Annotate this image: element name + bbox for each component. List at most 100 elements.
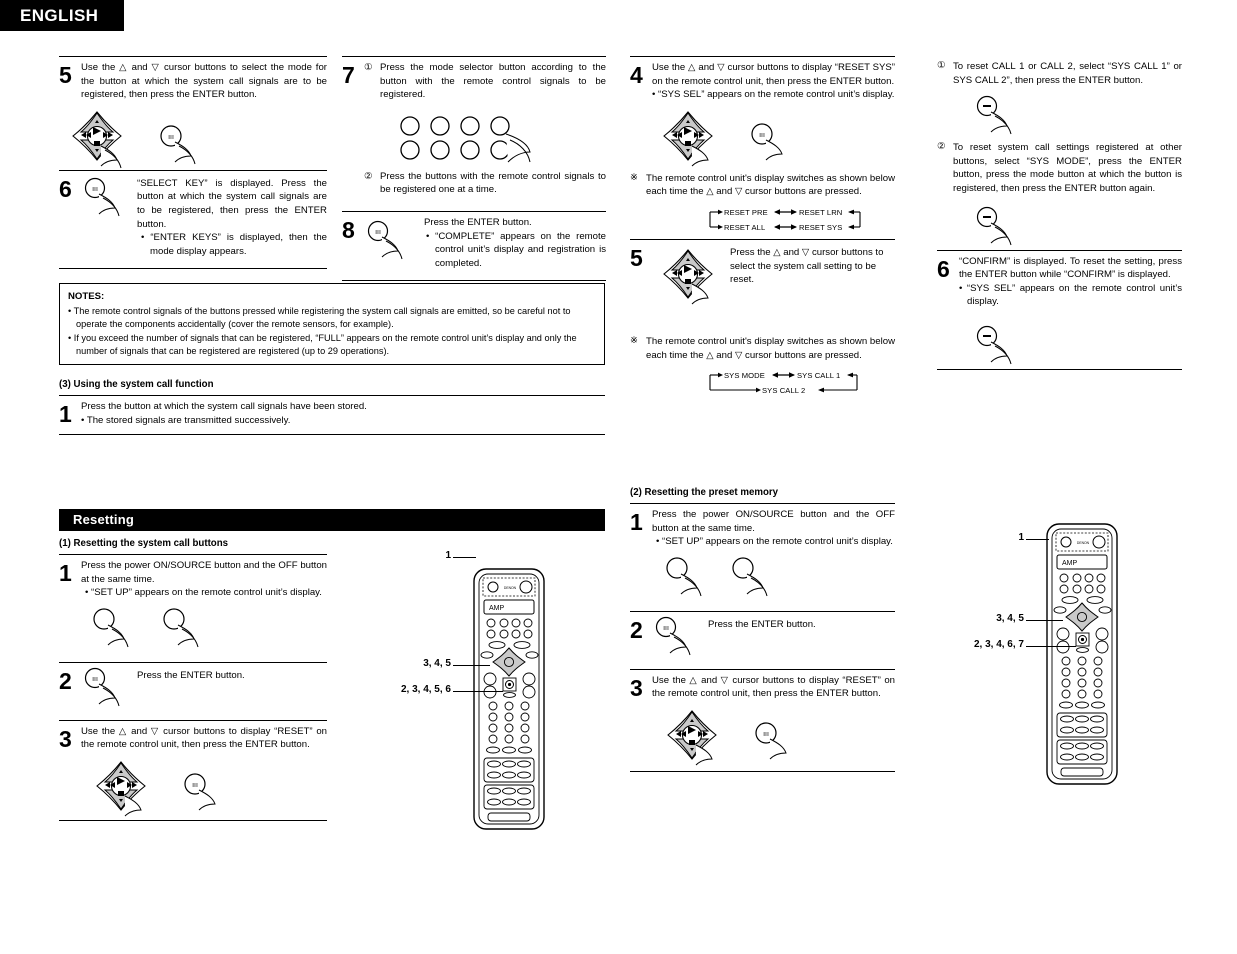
divider <box>342 280 606 282</box>
column-3: 4 Use the △ and ▽ cursor buttons to disp… <box>630 56 895 398</box>
step-number: 7 <box>342 62 355 88</box>
manual-page: ENGLISH 5 Use the △ and ▽ cursor buttons… <box>0 0 1237 954</box>
svg-text:ııı: ııı <box>759 132 765 139</box>
svg-text:ııı: ııı <box>663 625 669 632</box>
cursor-pad-and-enter-icon: ııı <box>667 710 787 766</box>
step-7-body: ① Press the mode selector button accordi… <box>364 61 606 199</box>
cursor-pad-and-enter-icon: ııı <box>72 110 196 168</box>
callout-leader-line <box>1026 539 1049 540</box>
substep-text: To reset system call settings registered… <box>953 142 1182 195</box>
divider <box>59 820 327 822</box>
step-8: 8 ııı Press the ENTER button. • “COMPLET… <box>342 212 606 276</box>
step-bullet: • “SET UP” appears on the remote control… <box>85 587 322 599</box>
preset-step-2: 2 ııı Press the ENTER button. <box>630 612 895 669</box>
note-item: • The remote control signals of the butt… <box>68 305 571 329</box>
col4-substep-1-illustration <box>937 89 1182 139</box>
preset-step-1-body: Press the power ON/SOURCE button and the… <box>652 508 895 549</box>
notes-title: NOTES: <box>68 291 105 303</box>
reset-step-1-illustration <box>59 606 327 662</box>
note-text: The remote control unit's display switch… <box>646 336 895 361</box>
enter-button-press-icon: ııı <box>84 667 120 706</box>
flow-label-c: SYS CALL 2 <box>762 386 805 395</box>
step-number: 3 <box>59 725 72 752</box>
callout-leader-line <box>1026 646 1076 647</box>
step-number: 1 <box>59 401 72 428</box>
two-button-press-icons <box>666 557 768 596</box>
note-item: • If you exceed the number of signals th… <box>68 332 577 356</box>
reset-step-2-illustration: ııı <box>81 667 137 714</box>
remote-control-diagram: DENON AMP <box>1046 523 1118 785</box>
divider <box>59 268 327 270</box>
step-text: “CONFIRM” is displayed. To reset the set… <box>959 255 1182 281</box>
resetting-header: Resetting <box>59 509 605 531</box>
remote-control-diagram: DENON AMP <box>473 568 545 830</box>
section-1-title: (1) Resetting the system call buttons <box>59 538 229 549</box>
step-bullet: • “ENTER KEYS” is displayed, then the mo… <box>141 232 327 257</box>
step-1-system-call: 1 Press the button at which the system c… <box>59 396 605 433</box>
step-text: Press the button at which the system cal… <box>81 401 367 413</box>
step-5: 5 Use the △ and ▽ cursor buttons to sele… <box>59 57 327 108</box>
preset-step-3-illustration: ııı <box>630 707 895 771</box>
svg-text:ııı: ııı <box>375 229 381 236</box>
step-text: Use the △ and ▽ cursor buttons to displa… <box>652 674 895 700</box>
sys-flow-diagram: SYS MODE SYS CALL 1 SYS CALL 2 <box>630 364 895 398</box>
enter-button-press-icon <box>976 96 1012 135</box>
notes-box: NOTES: • The remote control signals of t… <box>59 283 605 366</box>
flow-label-b: SYS CALL 1 <box>797 371 840 380</box>
flow-label-c: RESET ALL <box>724 223 765 232</box>
step-number: 6 <box>937 255 950 282</box>
mode-buttons-icon <box>400 116 531 163</box>
step-text: Press the ENTER button. <box>137 669 245 681</box>
step-number: 2 <box>630 616 643 643</box>
mode-selector-illustration <box>364 104 606 170</box>
step-number: 8 <box>342 217 355 244</box>
note-marker: ※ <box>630 335 638 347</box>
step-bullet: • “COMPLETE” appears on the remote contr… <box>426 230 606 269</box>
step-6: 6 ııı “SELECT KEY” is displayed. Press t… <box>59 171 327 265</box>
step-bullet: • The stored signals are transmitted suc… <box>81 415 291 427</box>
callout-remote-right-mid: 3, 4, 5 <box>996 613 1024 624</box>
callout-remote-center-low: 2, 3, 4, 5, 6 <box>400 684 451 695</box>
step-text: Use the △ and ▽ cursor buttons to displa… <box>81 725 327 751</box>
step-bullet: • “SYS SEL” appears on the remote contro… <box>652 89 895 101</box>
flow-label-a: SYS MODE <box>724 371 765 380</box>
substep-text: Press the buttons with the remote contro… <box>380 170 606 196</box>
enter-button-press-icon <box>976 206 1012 245</box>
column-2: 7 ① Press the mode selector button accor… <box>342 56 606 282</box>
substep-marker: ① <box>364 62 373 73</box>
resetting-section: Resetting <box>59 509 605 531</box>
step-number: 5 <box>59 62 72 88</box>
callout-leader-line <box>1026 620 1063 621</box>
remote-control-illustration-right: DENON AMP <box>1043 520 1123 795</box>
substep-marker: ② <box>937 141 946 153</box>
step-5-illustration: ııı <box>59 108 327 170</box>
section-3-title: (3) Using the system call function <box>59 379 214 391</box>
section-2-title: (2) Resetting the preset memory <box>630 487 779 498</box>
step-6-illustration <box>937 315 1182 369</box>
language-header: ENGLISH <box>0 0 124 31</box>
callout-remote-center-top: 1 <box>445 550 451 561</box>
note-marker: ※ <box>630 171 638 183</box>
step-5-col3: 5 Press the △ and ▽ cursor buttons to se… <box>630 240 895 317</box>
substep-text: To reset CALL 1 or CALL 2, select “SYS C… <box>953 61 1182 86</box>
cursor-pad-icon <box>663 249 713 305</box>
step-text: Use the △ and ▽ cursor buttons to displa… <box>652 62 895 87</box>
col4-substep-1: ① To reset CALL 1 or CALL 2, select “SYS… <box>937 60 1182 87</box>
step-6-body: “CONFIRM” is displayed. To reset the set… <box>959 255 1182 309</box>
divider <box>59 433 605 435</box>
two-button-press-icons <box>93 608 199 647</box>
substep-1: ① Press the mode selector button accordi… <box>364 61 606 102</box>
preset-step-3: 3 Use the △ and ▽ cursor buttons to disp… <box>630 670 895 707</box>
sys-cycle-diagram: SYS MODE SYS CALL 1 SYS CALL 2 <box>709 371 858 395</box>
remote-control-illustration-center: DENON AMP <box>470 565 550 840</box>
step-text: Press the ENTER button. <box>708 618 816 630</box>
callout-remote-right-top: 1 <box>1018 532 1024 543</box>
enter-button-press-icon <box>976 325 1012 365</box>
svg-text:AMP: AMP <box>1062 560 1078 567</box>
step-text: “SELECT KEY” is displayed. Press the but… <box>137 177 327 230</box>
step-5-note: ※ The remote control unit's display swit… <box>630 335 895 362</box>
step-4-body: Use the △ and ▽ cursor buttons to displa… <box>652 61 895 102</box>
step-text: Press the power ON/SOURCE button and the… <box>652 509 895 534</box>
step-number: 2 <box>59 667 72 694</box>
preset-step-1: 1 Press the power ON/SOURCE button and t… <box>630 504 895 555</box>
